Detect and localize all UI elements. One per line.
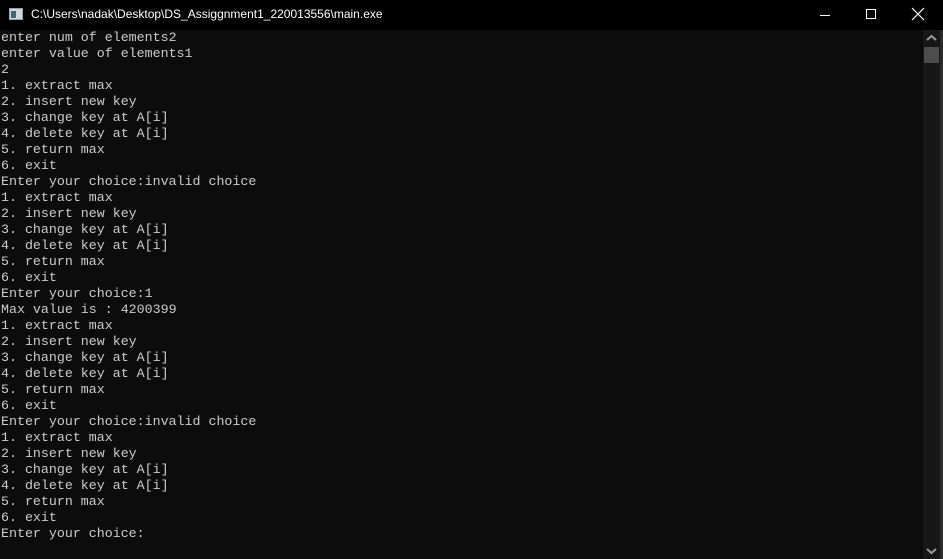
console-line: Max value is : 4200399 <box>1 302 177 317</box>
console-line: 6. exit <box>1 158 57 173</box>
console-line: 4. delete key at A[i] <box>1 238 169 253</box>
console-line: 3. change key at A[i] <box>1 110 169 125</box>
console-line: 3. change key at A[i] <box>1 222 169 237</box>
console-line: 5. return max <box>1 142 105 157</box>
minimize-icon <box>820 15 830 16</box>
console-line: 2. insert new key <box>1 206 137 221</box>
console-line: 6. exit <box>1 510 57 525</box>
console-line: 4. delete key at A[i] <box>1 126 169 141</box>
console-app-icon[interactable] <box>9 8 23 20</box>
console-line: 3. change key at A[i] <box>1 350 169 365</box>
maximize-button[interactable] <box>848 0 894 30</box>
window-title: C:\Users\nadak\Desktop\DS_Assiggnment1_2… <box>31 7 383 21</box>
console-output[interactable]: enter num of elements2 enter value of ele… <box>0 30 923 559</box>
console-line: 2 <box>1 62 9 77</box>
console-line: 6. exit <box>1 398 57 413</box>
console-line: 4. delete key at A[i] <box>1 366 169 381</box>
scroll-down-arrow-icon[interactable] <box>923 542 940 559</box>
console-line: 4. delete key at A[i] <box>1 478 169 493</box>
title-bar[interactable]: C:\Users\nadak\Desktop\DS_Assiggnment1_2… <box>0 0 943 30</box>
console-line: enter num of elements2 <box>1 30 177 45</box>
maximize-icon <box>866 9 876 19</box>
console-line: Enter your choice: <box>1 526 145 541</box>
scroll-up-arrow-icon[interactable] <box>923 30 940 47</box>
scrollbar-thumb[interactable] <box>924 47 939 63</box>
console-line: enter value of elements1 <box>1 46 193 61</box>
console-line: 1. extract max <box>1 318 113 333</box>
console-line: 1. extract max <box>1 190 113 205</box>
console-line: 5. return max <box>1 382 105 397</box>
console-line: 3. change key at A[i] <box>1 462 169 477</box>
console-line: 1. extract max <box>1 78 113 93</box>
console-line: 5. return max <box>1 494 105 509</box>
minimize-button[interactable] <box>802 0 848 30</box>
console-line: 2. insert new key <box>1 334 137 349</box>
console-line: 2. insert new key <box>1 446 137 461</box>
console-line: Enter your choice:invalid choice <box>1 414 257 429</box>
close-button[interactable] <box>894 0 940 30</box>
console-line: 5. return max <box>1 254 105 269</box>
console-line: 6. exit <box>1 270 57 285</box>
console-line: Enter your choice:invalid choice <box>1 174 257 189</box>
close-icon <box>911 7 925 21</box>
console-line: Enter your choice:1 <box>1 286 153 301</box>
console-line: 2. insert new key <box>1 94 137 109</box>
console-line: 1. extract max <box>1 430 113 445</box>
vertical-scrollbar[interactable] <box>923 30 940 559</box>
